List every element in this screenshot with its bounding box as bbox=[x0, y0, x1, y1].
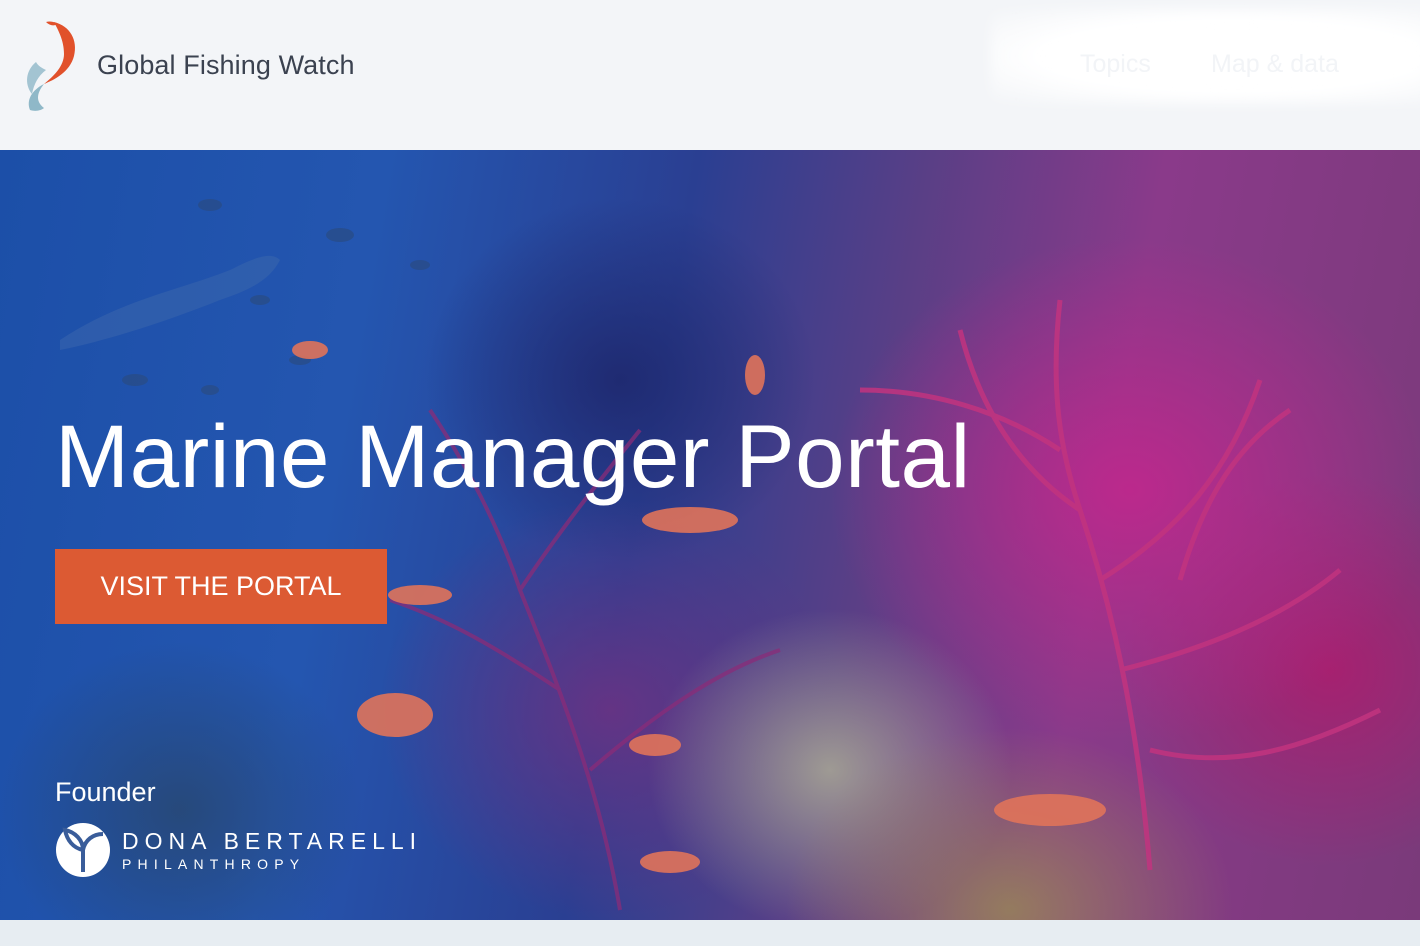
hero-banner: Marine Manager Portal VISIT THE PORTAL F… bbox=[0, 150, 1420, 920]
page: Global Fishing Watch Topics Map & data M… bbox=[0, 0, 1420, 946]
koi-fish-icon[interactable] bbox=[24, 18, 84, 114]
site-header: Global Fishing Watch Topics Map & data bbox=[0, 0, 1420, 150]
nav-topics[interactable]: Topics bbox=[1080, 50, 1151, 79]
visit-portal-button[interactable]: VISIT THE PORTAL bbox=[55, 549, 387, 624]
footer-strip bbox=[0, 920, 1420, 946]
partner-logo[interactable]: DONA BERTARELLI PHILANTHROPY bbox=[55, 822, 455, 880]
nav-map-data[interactable]: Map & data bbox=[1211, 50, 1339, 79]
partner-name: DONA BERTARELLI bbox=[122, 828, 423, 854]
hero-title: Marine Manager Portal bbox=[55, 406, 971, 506]
founder-label: Founder bbox=[55, 777, 156, 807]
brand-name[interactable]: Global Fishing Watch bbox=[97, 50, 355, 81]
leaf-circle-icon bbox=[56, 823, 110, 877]
coral-reef-image bbox=[60, 199, 1382, 911]
partner-subtitle: PHILANTHROPY bbox=[122, 856, 306, 872]
nav-glow bbox=[990, 8, 1420, 104]
